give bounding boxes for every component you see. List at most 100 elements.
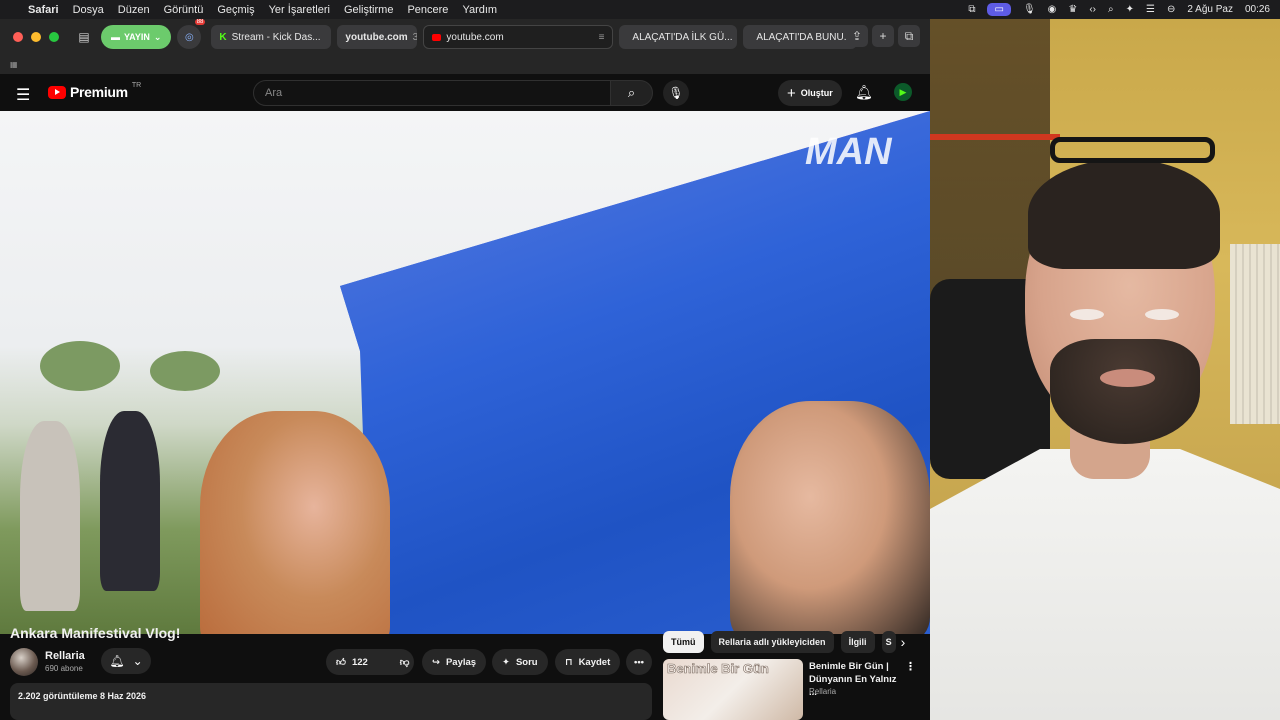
chevron-down-icon: ⌄ <box>132 654 143 668</box>
menubar-status-area: ⧉ ▭ 🎙︎ ◉ ♛ ‹› ⌕ ✦ ☰ ⊖ 2 Ağu Paz 00:26 <box>968 0 1270 19</box>
ask-label: Soru <box>515 656 538 668</box>
recommendation-more-icon[interactable]: ⋮ <box>905 660 916 673</box>
youtube-logo-icon <box>48 85 66 99</box>
video-person <box>100 411 160 591</box>
extension-icon[interactable]: ♛ <box>1068 4 1077 15</box>
code-icon[interactable]: ‹› <box>1089 4 1096 15</box>
youtube-premium-logo[interactable]: Premium TR <box>48 82 141 100</box>
thumbs-down-icon: 👎︎ <box>399 657 410 668</box>
share-icon[interactable]: ⇪ <box>846 25 868 47</box>
chevron-right-icon[interactable]: › <box>895 631 911 653</box>
sparkle-icon[interactable]: ✦ <box>1126 4 1134 15</box>
menu-help[interactable]: Yardım <box>462 4 497 16</box>
chip-more[interactable]: S <box>881 631 896 653</box>
menu-bookmarks[interactable]: Yer İşaretleri <box>269 4 330 16</box>
related-chips: Tümü Rellaria adlı yükleyiciden İlgili S <box>663 631 896 653</box>
video-tree <box>150 351 220 391</box>
webcam-person-eye <box>1145 309 1179 320</box>
sparkle-icon: ✦ <box>502 656 510 668</box>
thumbs-up-icon: 👍︎ <box>336 657 346 668</box>
tab-tools: ⇪ + ⧉ <box>846 25 920 47</box>
channel-avatar[interactable] <box>10 648 38 676</box>
screen-mirror-icon[interactable]: ⧉ <box>968 4 975 15</box>
tab-title: youtube.com <box>345 31 408 43</box>
menu-view[interactable]: Görüntü <box>164 4 204 16</box>
webcam-person-mouth <box>1100 369 1155 387</box>
control-center-icon[interactable]: ☰ <box>1146 4 1155 15</box>
subscription-bell-button[interactable]: 🔔︎ ⌄ <box>101 648 151 674</box>
voice-search-button[interactable]: 🎙︎ <box>663 80 689 106</box>
mic-status-icon[interactable]: 🎙︎ <box>1023 4 1036 15</box>
like-button[interactable]: 👍︎ 122 <box>326 649 378 675</box>
video-player[interactable]: MAN <box>0 111 930 634</box>
bookmark-icon: ⊓ <box>565 656 573 668</box>
tab-youtube-active[interactable]: youtube.com ≡ <box>423 25 614 49</box>
share-arrow-icon: ↪ <box>432 656 440 668</box>
thumbnail-text: Benimle Bir Gün <box>667 661 769 677</box>
menu-app-name[interactable]: Safari <box>28 4 59 16</box>
kick-favicon-icon: K <box>219 31 227 43</box>
chip-uploader[interactable]: Rellaria adlı yükleyiciden <box>710 631 834 653</box>
account-avatar[interactable]: ▶ <box>894 83 912 101</box>
recommendation-thumbnail[interactable]: Benimle Bir Gün <box>663 659 803 720</box>
more-actions-button[interactable]: ••• <box>626 649 652 675</box>
screen-record-icon[interactable]: ▭ <box>987 3 1011 16</box>
share-button[interactable]: ↪ Paylaş <box>422 649 487 675</box>
share-label: Paylaş <box>445 656 477 668</box>
logo-text: Premium <box>70 84 128 100</box>
webcam-person-eye <box>1070 309 1104 320</box>
dislike-button[interactable]: 👎︎ <box>390 649 420 675</box>
create-label: Oluştur <box>800 88 833 98</box>
menu-edit[interactable]: Düzen <box>118 4 150 16</box>
user-icon[interactable]: ⊖ <box>1167 4 1175 15</box>
search-button[interactable]: ⌕ <box>610 80 653 106</box>
live-stream-label: YAYIN <box>124 32 150 42</box>
sidebar-toggle-icon[interactable]: ▤ <box>73 26 95 48</box>
hamburger-menu-icon[interactable]: ☰ <box>16 85 30 105</box>
tab-youtube-group[interactable]: youtube.com 3 <box>337 25 418 49</box>
save-button[interactable]: ⊓ Kaydet <box>555 649 621 675</box>
menu-file[interactable]: Dosya <box>73 4 104 16</box>
webcam-person-hair <box>1028 159 1220 269</box>
safari-window: ▤ ▬ YAYIN ⌄ ◎ 88 K Stream - Kick Das... … <box>0 19 930 720</box>
record-icon[interactable]: ◉ <box>1048 4 1057 15</box>
tab-alacati-second[interactable]: ALAÇATI'DA BUNU... <box>743 25 858 49</box>
create-button[interactable]: + Oluştur <box>778 80 842 106</box>
menubar-date[interactable]: 2 Ağu Paz <box>1187 4 1233 15</box>
extension-badge: 88 <box>194 19 206 25</box>
chip-related[interactable]: İlgili <box>840 631 875 653</box>
description-box[interactable]: 2.202 görüntüleme 8 Haz 2026 <box>10 683 652 720</box>
bookmarks-bar: ▦ <box>0 55 930 74</box>
tab-kick-stream[interactable]: K Stream - Kick Das... <box>211 25 332 49</box>
camera-icon: ▬ <box>111 32 120 42</box>
menu-window[interactable]: Pencere <box>407 4 448 16</box>
spotlight-search-icon[interactable]: ⌕ <box>1108 4 1114 15</box>
save-label: Kaydet <box>578 656 611 668</box>
notifications-bell-icon[interactable]: 🔔︎ <box>855 84 873 101</box>
tab-alacati-first[interactable]: ALAÇATI'DA İLK GÜ... <box>619 25 738 49</box>
video-person <box>200 411 390 634</box>
menu-history[interactable]: Geçmiş <box>217 4 254 16</box>
channel-name[interactable]: Rellaria <box>45 650 85 662</box>
menubar-time[interactable]: 00:26 <box>1245 4 1270 15</box>
new-tab-icon[interactable]: + <box>872 25 894 47</box>
search-input[interactable]: Ara <box>253 80 611 106</box>
search-icon: ⌕ <box>627 85 636 100</box>
ask-button[interactable]: ✦ Soru <box>492 649 548 675</box>
bookmarks-grid-icon[interactable]: ▦ <box>10 60 18 69</box>
extension-button[interactable]: ◎ 88 <box>177 19 206 49</box>
reader-mode-icon[interactable]: ≡ <box>599 32 605 43</box>
minimize-window-icon[interactable] <box>31 32 41 42</box>
safari-tab-bar: ▤ ▬ YAYIN ⌄ ◎ 88 K Stream - Kick Das... … <box>0 19 930 55</box>
tab-overview-icon[interactable]: ⧉ <box>898 25 920 47</box>
channel-subscribers: 690 abone <box>45 664 83 673</box>
live-stream-button[interactable]: ▬ YAYIN ⌄ <box>101 25 172 49</box>
tab-title: ALAÇATI'DA İLK GÜ... <box>632 31 733 43</box>
menu-develop[interactable]: Geliştirme <box>344 4 394 16</box>
recommendation-channel[interactable]: Rellaria <box>809 687 836 696</box>
close-window-icon[interactable] <box>13 32 23 42</box>
webcam-person-shirt <box>930 449 1280 720</box>
chip-all[interactable]: Tümü <box>663 631 704 653</box>
fullscreen-window-icon[interactable] <box>49 32 59 42</box>
webcam-radiator <box>1230 244 1280 424</box>
